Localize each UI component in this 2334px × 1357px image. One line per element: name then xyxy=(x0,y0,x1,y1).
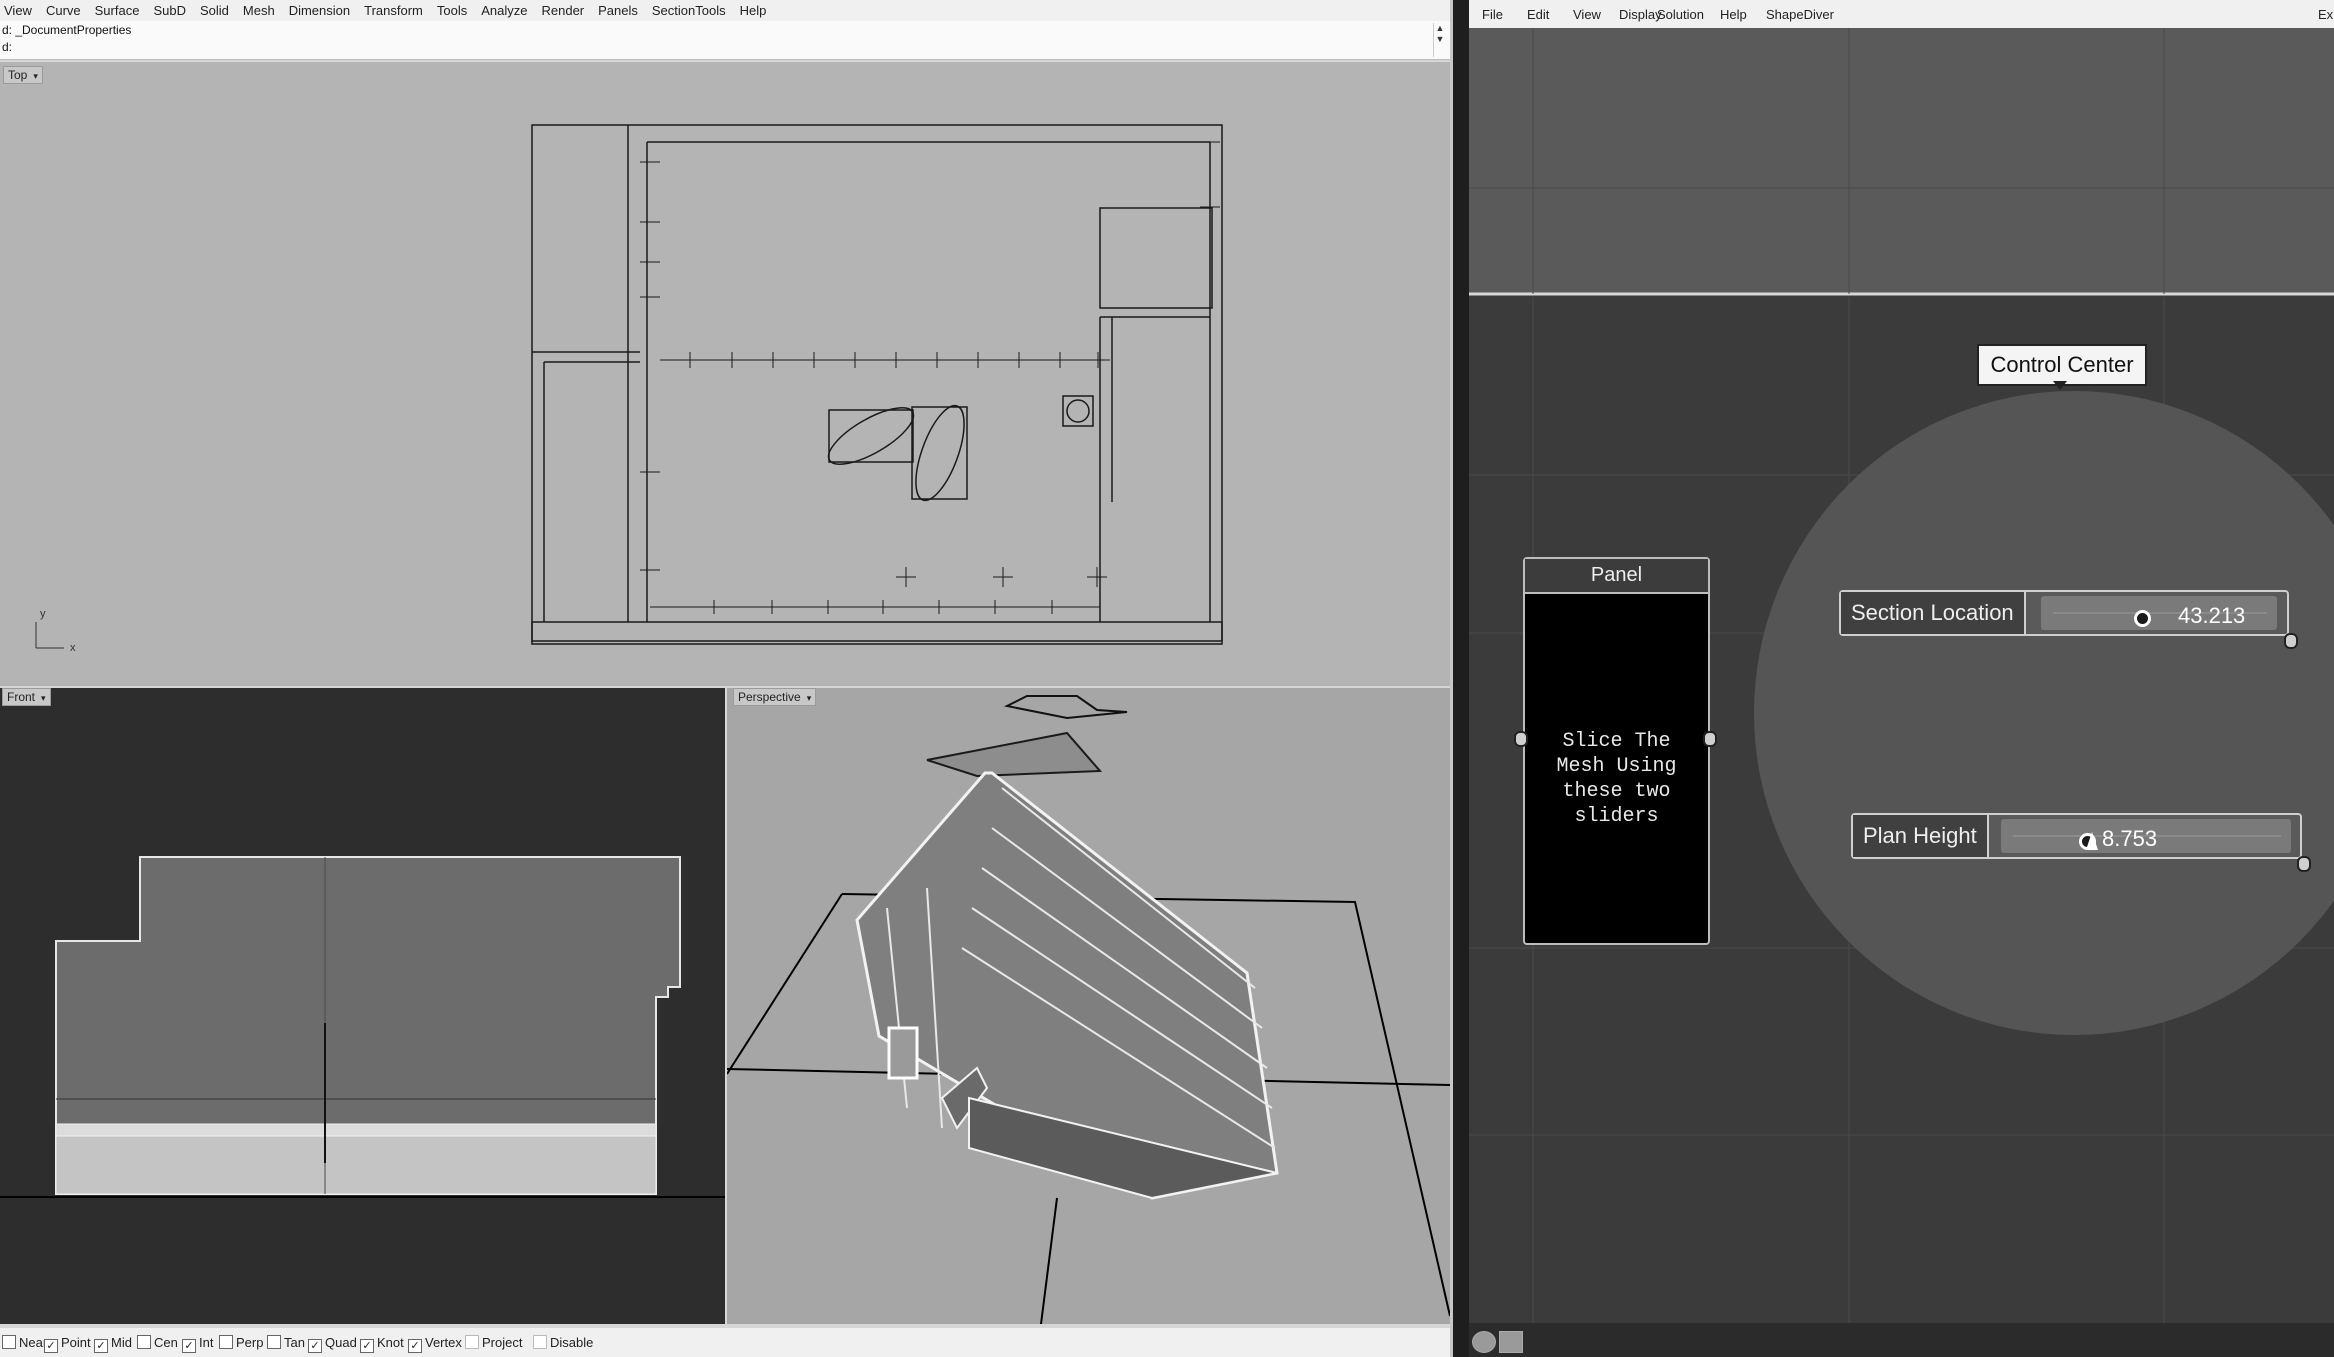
command-history: d: _DocumentProperties xyxy=(2,23,132,37)
group-label[interactable]: Control Center xyxy=(1977,344,2147,386)
checkbox[interactable] xyxy=(219,1335,233,1349)
osnap-cen[interactable]: Cen xyxy=(137,1335,178,1350)
command-scrollbar[interactable]: ▲ ▼ xyxy=(1433,23,1446,57)
menu-analyze[interactable]: Analyze xyxy=(481,0,527,21)
menu-help[interactable]: Help xyxy=(740,0,767,21)
section-location-output-port[interactable] xyxy=(2284,633,2298,649)
menu-solid[interactable]: Solid xyxy=(200,0,229,21)
slider-value: 43.213 xyxy=(2178,603,2246,628)
panel-output-port[interactable] xyxy=(1703,731,1717,747)
checkbox[interactable] xyxy=(137,1335,151,1349)
osnap-point[interactable]: ✓ Point xyxy=(44,1335,91,1353)
osnap-quad[interactable]: ✓ Quad xyxy=(308,1335,357,1353)
menu-sectiontools[interactable]: SectionTools xyxy=(652,0,726,21)
checkbox-checked[interactable]: ✓ xyxy=(360,1339,374,1353)
checkbox-checked[interactable]: ✓ xyxy=(94,1339,108,1353)
command-prompt[interactable]: d: xyxy=(2,40,12,54)
perspective-model xyxy=(727,695,1450,1324)
gh-menu-help[interactable]: Help xyxy=(1720,7,1747,22)
menu-dimension[interactable]: Dimension xyxy=(289,0,350,21)
gh-menu-display[interactable]: Display xyxy=(1619,7,1662,22)
panel-title: Panel xyxy=(1525,559,1708,594)
osnap-tan[interactable]: Tan xyxy=(267,1335,305,1350)
osnap-vertex[interactable]: ✓ Vertex xyxy=(408,1335,462,1353)
slider-value: 8.753 xyxy=(2102,826,2158,851)
menu-subd[interactable]: SubD xyxy=(153,0,186,21)
panel-component[interactable]: Panel Slice The Mesh Using these two sli… xyxy=(1523,557,1710,945)
mouse-cursor-icon xyxy=(2086,832,2098,850)
section-location-slider[interactable]: Section Location 43.213 xyxy=(1839,590,2289,636)
gh-menu-view[interactable]: View xyxy=(1573,7,1601,22)
menu-surface[interactable]: Surface xyxy=(95,0,140,21)
gh-menu-edit[interactable]: Edit xyxy=(1527,7,1549,22)
grasshopper-canvas[interactable]: Control Center Panel Slice The Mesh Usin… xyxy=(1469,28,2334,1343)
gh-menu-solution[interactable]: Solution xyxy=(1657,7,1704,22)
group-label-pointer xyxy=(2053,381,2067,390)
osnap-disable[interactable]: Disable xyxy=(533,1335,593,1350)
front-elevation xyxy=(0,856,725,1198)
checkbox[interactable] xyxy=(533,1335,547,1349)
slider-knob[interactable] xyxy=(2134,610,2151,627)
osnap-int[interactable]: ✓ Int xyxy=(182,1335,213,1353)
checkbox-checked[interactable]: ✓ xyxy=(408,1339,422,1353)
command-area: d: _DocumentProperties d: ▲ ▼ xyxy=(0,21,1450,60)
slider-track[interactable]: 43.213 xyxy=(2041,596,2277,630)
osnap-bar: Near ✓ Point ✓ Mid Cen ✓ Int Perp Tan ✓ Quad… xyxy=(0,1328,1450,1357)
menu-panels[interactable]: Panels xyxy=(598,0,638,21)
sphere-icon[interactable] xyxy=(1472,1331,1496,1353)
checkbox-checked[interactable]: ✓ xyxy=(44,1339,58,1353)
slider-track[interactable]: 8.753 xyxy=(2001,819,2291,853)
menu-mesh[interactable]: Mesh xyxy=(243,0,275,21)
plan-height-slider[interactable]: Plan Height 8.753 xyxy=(1851,813,2302,859)
grasshopper-menubar: File Edit View Display Solution Help Sha… xyxy=(1469,0,2334,28)
osnap-near[interactable]: Near xyxy=(2,1335,47,1350)
slider-name: Section Location xyxy=(1841,592,2026,634)
panel-input-port[interactable] xyxy=(1514,731,1528,747)
osnap-perp[interactable]: Perp xyxy=(219,1335,263,1350)
checkbox-checked[interactable]: ✓ xyxy=(308,1339,322,1353)
checkbox[interactable] xyxy=(465,1335,479,1349)
panel-text[interactable]: Slice The Mesh Using these two sliders xyxy=(1531,729,1702,829)
rhino-menubar: View Curve Surface SubD Solid Mesh Dimension Tr… xyxy=(0,0,1450,21)
gh-menu-shapediver[interactable]: ShapeDiver xyxy=(1766,7,1834,22)
mesh-icon[interactable] xyxy=(1499,1331,1523,1353)
menu-transform[interactable]: Transform xyxy=(364,0,423,21)
front-viewport[interactable]: Front ▾ xyxy=(0,688,725,1324)
plan-height-output-port[interactable] xyxy=(2297,856,2311,872)
osnap-project[interactable]: Project xyxy=(465,1335,522,1350)
menu-tools[interactable]: Tools xyxy=(437,0,467,21)
checkbox[interactable] xyxy=(2,1335,16,1349)
gh-menu-file[interactable]: File xyxy=(1482,7,1503,22)
axis-y-label: y xyxy=(40,608,46,620)
menu-curve[interactable]: Curve xyxy=(46,0,81,21)
grasshopper-statusbar xyxy=(1469,1323,2334,1357)
window-divider[interactable] xyxy=(1453,0,1469,1357)
checkbox-checked[interactable]: ✓ xyxy=(182,1339,196,1353)
plan-drawing: y x xyxy=(35,124,1223,654)
menu-view[interactable]: View xyxy=(4,0,32,21)
top-viewport[interactable]: Top ▾ y x xyxy=(0,62,1450,686)
gh-menu-export[interactable]: Exp xyxy=(2318,7,2334,22)
osnap-mid[interactable]: ✓ Mid xyxy=(94,1335,132,1353)
checkbox[interactable] xyxy=(267,1335,281,1349)
perspective-viewport[interactable]: Perspective ▾ xyxy=(727,688,1450,1324)
osnap-knot[interactable]: ✓ Knot xyxy=(360,1335,404,1353)
axis-x-label: x xyxy=(70,642,76,654)
menu-render[interactable]: Render xyxy=(541,0,584,21)
control-center-group[interactable] xyxy=(1754,391,2334,1035)
slider-name: Plan Height xyxy=(1853,815,1989,857)
